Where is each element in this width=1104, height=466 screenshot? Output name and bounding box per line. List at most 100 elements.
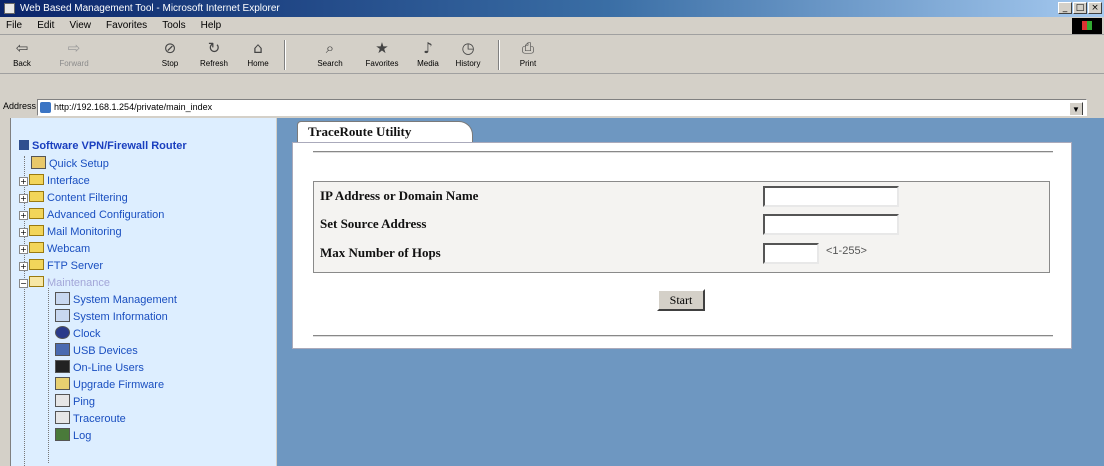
forward-label: Forward xyxy=(59,59,89,68)
home-label: Home xyxy=(247,59,269,68)
sidebar-item-online-users[interactable]: On-Line Users xyxy=(55,360,144,376)
sidebar-item-webcam[interactable]: + Webcam xyxy=(19,241,90,257)
expand-icon[interactable]: + xyxy=(19,177,28,186)
folder-icon xyxy=(29,208,44,219)
menu-view[interactable]: View xyxy=(63,17,97,35)
address-label: Address xyxy=(3,101,37,111)
sidebar-item-quick-setup[interactable]: Quick Setup xyxy=(31,156,109,172)
sidebar-item-usb-devices[interactable]: USB Devices xyxy=(55,343,138,359)
browser-content: Software VPN/Firewall Router Quick Setup… xyxy=(0,118,1104,466)
tab-traceroute-utility[interactable]: TraceRoute Utility xyxy=(297,121,473,143)
search-button[interactable]: ⌕ Search xyxy=(312,38,348,72)
windows-logo-icon xyxy=(1072,18,1102,34)
start-button[interactable]: Start xyxy=(657,289,705,311)
print-icon: ⎙ xyxy=(521,39,534,57)
favorites-button[interactable]: ★ Favorites xyxy=(364,38,400,72)
menu-tools[interactable]: Tools xyxy=(156,17,191,35)
sidebar-title[interactable]: Software VPN/Firewall Router xyxy=(19,140,187,152)
clock-icon xyxy=(55,326,70,339)
expand-icon[interactable]: + xyxy=(19,194,28,203)
back-label: Back xyxy=(13,59,31,68)
max-hops-label: Max Number of Hops xyxy=(320,245,441,260)
sidebar-item-mail-monitoring[interactable]: + Mail Monitoring xyxy=(19,224,122,240)
max-hops-input[interactable] xyxy=(763,243,819,264)
folder-icon xyxy=(29,259,44,270)
address-bar: Address http://192.168.1.254/private/mai… xyxy=(0,98,1104,118)
media-icon: ♪ xyxy=(423,39,433,57)
folder-icon xyxy=(29,174,44,185)
source-address-label: Set Source Address xyxy=(320,216,427,231)
window-controls: _ □ × xyxy=(1058,2,1102,14)
back-button[interactable]: ⇦ Back xyxy=(4,38,40,72)
menu-file[interactable]: File xyxy=(0,17,28,35)
sidebar-item-content-filtering[interactable]: + Content Filtering xyxy=(19,190,128,206)
address-url: http://192.168.1.254/private/main_index xyxy=(54,102,213,112)
print-button[interactable]: ⎙ Print xyxy=(510,38,546,72)
address-dropdown-icon[interactable]: ▼ xyxy=(1069,102,1083,115)
print-label: Print xyxy=(519,59,537,68)
favorites-label: Favorites xyxy=(365,59,399,68)
history-button[interactable]: ◷ History xyxy=(450,38,486,72)
forward-button[interactable]: ⇨ Forward xyxy=(56,38,92,72)
maximize-button[interactable]: □ xyxy=(1073,2,1087,14)
address-field[interactable]: http://192.168.1.254/private/main_index … xyxy=(37,99,1087,116)
tree-guide-line xyxy=(48,288,49,463)
terminal-icon xyxy=(55,411,70,424)
menu-bar: File Edit View Favorites Tools Help xyxy=(0,17,1104,35)
expand-icon[interactable]: + xyxy=(19,228,28,237)
stop-label: Stop xyxy=(161,59,179,68)
window-title: Web Based Management Tool - Microsoft In… xyxy=(20,3,280,14)
media-button[interactable]: ♪ Media xyxy=(410,38,446,72)
stop-button[interactable]: ⊘ Stop xyxy=(152,38,188,72)
folder-icon xyxy=(29,225,44,236)
sidebar-item-clock[interactable]: Clock xyxy=(55,326,101,342)
sidebar-item-advanced-configuration[interactable]: + Advanced Configuration xyxy=(19,207,164,223)
source-address-input[interactable] xyxy=(763,214,899,235)
sidebar-item-ping[interactable]: Ping xyxy=(55,394,95,410)
document-icon xyxy=(55,292,70,305)
usb-icon xyxy=(55,343,70,356)
refresh-label: Refresh xyxy=(199,59,228,68)
back-arrow-icon: ⇦ xyxy=(15,39,29,57)
open-folder-icon xyxy=(29,276,44,287)
folder-icon xyxy=(29,191,44,202)
bottom-divider xyxy=(313,335,1053,337)
collapse-icon[interactable]: − xyxy=(19,279,28,288)
sidebar-tree: Software VPN/Firewall Router Quick Setup… xyxy=(10,118,276,466)
sidebar-item-ftp-server[interactable]: + FTP Server xyxy=(19,258,103,274)
max-hops-hint: <1-255> xyxy=(826,245,867,257)
expand-icon[interactable]: + xyxy=(19,245,28,254)
traceroute-form: IP Address or Domain Name Set Source Add… xyxy=(313,181,1050,273)
menu-help[interactable]: Help xyxy=(195,17,228,35)
history-icon: ◷ xyxy=(461,39,475,57)
favorites-icon: ★ xyxy=(375,39,389,57)
close-button[interactable]: × xyxy=(1088,2,1102,14)
page-icon xyxy=(40,102,51,113)
router-icon xyxy=(19,140,29,150)
refresh-button[interactable]: ↻ Refresh xyxy=(196,38,232,72)
upgrade-icon xyxy=(55,377,70,390)
ip-domain-input[interactable] xyxy=(763,186,899,207)
traceroute-panel: IP Address or Domain Name Set Source Add… xyxy=(292,142,1072,349)
sidebar-item-system-management[interactable]: System Management xyxy=(55,292,177,308)
menu-favorites[interactable]: Favorites xyxy=(100,17,153,35)
stop-icon: ⊘ xyxy=(163,39,177,57)
ie-icon xyxy=(4,3,15,14)
sidebar-item-system-information[interactable]: System Information xyxy=(55,309,168,325)
sidebar-item-interface[interactable]: + Interface xyxy=(19,173,90,189)
top-divider xyxy=(313,151,1053,153)
main-frame: TraceRoute Utility IP Address or Domain … xyxy=(277,118,1104,466)
minimize-button[interactable]: _ xyxy=(1058,2,1072,14)
sidebar-item-upgrade-firmware[interactable]: Upgrade Firmware xyxy=(55,377,164,393)
toolbar: ⇦ Back ⇨ Forward ⊘ Stop ↻ Refresh ⌂ Home… xyxy=(0,36,1104,74)
sidebar-item-maintenance[interactable]: − Maintenance xyxy=(19,275,110,291)
menu-edit[interactable]: Edit xyxy=(31,17,60,35)
expand-icon[interactable]: + xyxy=(19,262,28,271)
home-button[interactable]: ⌂ Home xyxy=(240,38,276,72)
expand-icon[interactable]: + xyxy=(19,211,28,220)
sidebar-item-log[interactable]: Log xyxy=(55,428,91,444)
home-icon: ⌂ xyxy=(253,39,263,57)
terminal-icon xyxy=(55,394,70,407)
folder-icon xyxy=(29,242,44,253)
sidebar-item-traceroute[interactable]: Traceroute xyxy=(55,411,126,427)
